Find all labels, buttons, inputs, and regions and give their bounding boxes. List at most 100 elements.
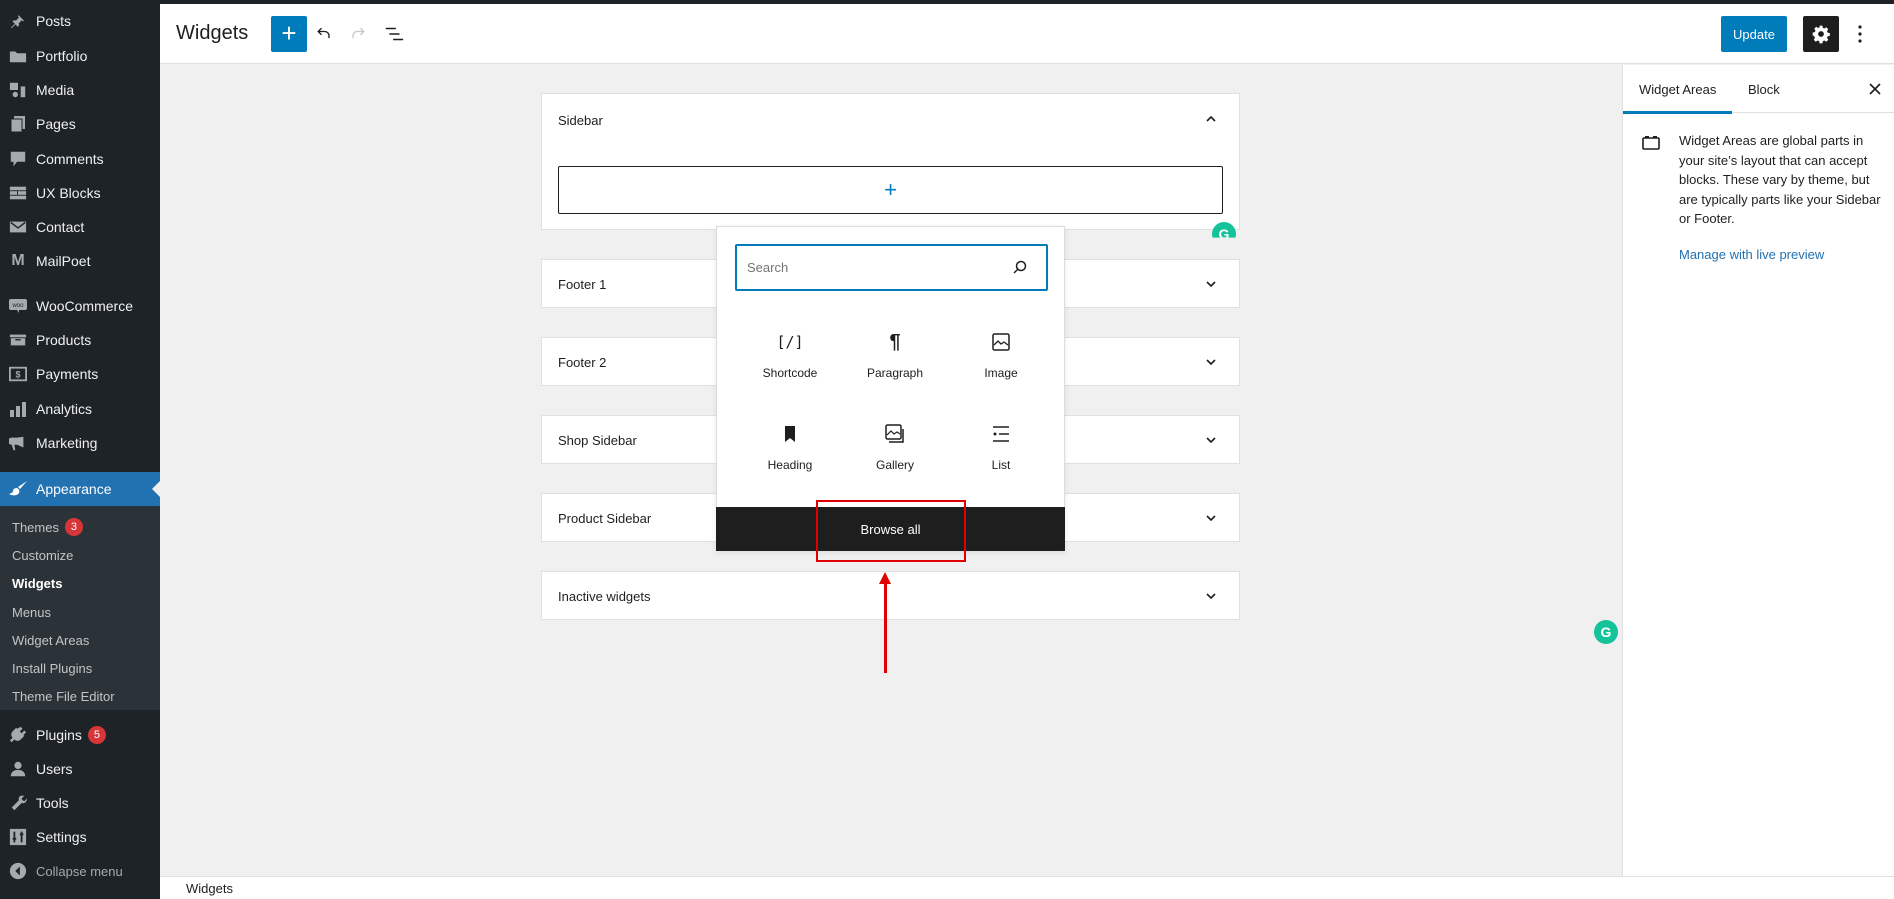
menu-label: Contact	[36, 219, 85, 235]
close-settings-button[interactable]	[1863, 77, 1887, 101]
menu-item-tools[interactable]: Tools	[0, 786, 160, 820]
shortcode-icon: [/]	[776, 333, 804, 351]
menu-label: Pages	[36, 116, 76, 132]
menu-item-comments[interactable]: Comments	[0, 142, 160, 176]
menu-item-marketing[interactable]: Marketing	[0, 426, 160, 460]
submenu-menus[interactable]: Menus	[12, 601, 51, 623]
brush-icon	[8, 479, 28, 499]
submenu-theme-file-editor[interactable]: Theme File Editor	[12, 685, 115, 707]
annotation-highlight-box	[816, 500, 966, 562]
widget-area-title: Product Sidebar	[558, 511, 652, 526]
menu-item-analytics[interactable]: Analytics	[0, 392, 160, 426]
menu-item-users[interactable]: Users	[0, 752, 160, 786]
menu-item-portfolio[interactable]: Portfolio	[0, 39, 160, 73]
submenu-label: Menus	[12, 604, 52, 620]
submenu-customize[interactable]: Customize	[12, 544, 73, 566]
widget-area-title: Shop Sidebar	[558, 433, 637, 448]
more-options-button[interactable]	[1848, 18, 1872, 50]
submenu-widgets[interactable]: Widgets	[12, 572, 62, 594]
block-label: Heading	[767, 458, 813, 472]
undo-button[interactable]	[308, 18, 340, 50]
block-heading[interactable]: Heading	[740, 422, 840, 502]
megaphone-icon	[8, 433, 28, 453]
plugins-count-badge: 5	[87, 726, 106, 744]
tab-block[interactable]: Block	[1748, 65, 1780, 113]
bar-chart-icon	[8, 399, 28, 419]
widget-area-title: Footer 1	[558, 277, 607, 292]
editor-footer: Widgets	[160, 876, 1894, 899]
submenu-widget-areas[interactable]: Widget Areas	[12, 629, 89, 651]
menu-item-pages[interactable]: Pages	[0, 107, 160, 141]
gallery-icon	[883, 422, 907, 446]
block-search-field[interactable]	[735, 244, 1048, 291]
vertical-ellipsis-icon	[1858, 25, 1862, 43]
menu-label: Marketing	[36, 435, 98, 451]
chevron-down-icon[interactable]	[1203, 510, 1219, 526]
svg-text:woo: woo	[11, 303, 24, 309]
mailpoet-icon: M	[11, 252, 25, 269]
breadcrumb[interactable]: Widgets	[186, 881, 233, 896]
chevron-down-icon[interactable]	[1203, 354, 1219, 370]
editor-header: Widgets + Update	[160, 4, 1894, 64]
submenu-install-plugins[interactable]: Install Plugins	[12, 657, 92, 679]
redo-button[interactable]	[342, 18, 374, 50]
add-block-button[interactable]: +	[271, 16, 307, 52]
menu-item-woocommerce[interactable]: woo WooCommerce	[0, 289, 160, 323]
menu-item-appearance[interactable]: Appearance	[0, 472, 160, 506]
block-search-input[interactable]	[747, 246, 997, 289]
tab-widget-areas[interactable]: Widget Areas	[1622, 65, 1733, 114]
archive-icon	[8, 330, 28, 350]
block-list[interactable]: List	[951, 422, 1051, 502]
settings-button[interactable]	[1803, 16, 1839, 52]
chevron-up-icon[interactable]	[1203, 111, 1219, 127]
chevron-down-icon[interactable]	[1203, 588, 1219, 604]
chevron-down-icon[interactable]	[1203, 276, 1219, 292]
menu-item-products[interactable]: Products	[0, 323, 160, 357]
grammarly-icon[interactable]: G	[1212, 222, 1236, 238]
settings-sidebar: Widget Areas Block Widget Areas are glob…	[1622, 65, 1894, 876]
list-icon	[989, 422, 1013, 446]
menu-item-mailpoet[interactable]: M MailPoet	[0, 244, 160, 278]
appearance-submenu: Themes 3 Customize Widgets Menus Widget …	[0, 506, 160, 710]
blocks-icon	[8, 183, 28, 203]
collapse-label: Collapse menu	[36, 863, 123, 879]
menu-label: Analytics	[36, 401, 93, 417]
folder-icon	[8, 46, 28, 66]
submenu-label: Customize	[12, 547, 74, 563]
collapse-menu-button[interactable]: Collapse menu	[0, 854, 160, 888]
block-paragraph[interactable]: ¶ Paragraph	[845, 330, 945, 410]
menu-item-ux-blocks[interactable]: UX Blocks	[0, 176, 160, 210]
block-image[interactable]: Image	[951, 330, 1051, 410]
menu-label: Plugins	[36, 727, 82, 743]
plug-icon	[8, 725, 28, 745]
widget-area-sidebar: Sidebar +	[541, 93, 1240, 230]
update-button[interactable]: Update	[1721, 16, 1787, 52]
menu-item-posts[interactable]: Posts	[0, 4, 160, 38]
manage-live-preview-link[interactable]: Manage with live preview	[1679, 247, 1824, 262]
widget-areas-description: Widget Areas are global parts in your si…	[1679, 133, 1881, 226]
submenu-themes[interactable]: Themes 3	[12, 516, 83, 538]
grammarly-icon[interactable]: G	[1594, 620, 1618, 644]
menu-label: Comments	[36, 151, 104, 167]
settings-tabs: Widget Areas Block	[1622, 65, 1894, 114]
chevron-down-icon[interactable]	[1203, 432, 1219, 448]
menu-item-settings[interactable]: Settings	[0, 820, 160, 854]
annotation-arrow	[884, 580, 887, 673]
list-view-button[interactable]	[378, 18, 410, 50]
media-icon	[8, 80, 28, 100]
envelope-icon	[8, 217, 28, 237]
block-gallery[interactable]: Gallery	[845, 422, 945, 502]
admin-sidebar: Posts Portfolio Media Pages Comments UX …	[0, 0, 160, 899]
block-shortcode[interactable]: [/] Shortcode	[740, 330, 840, 410]
submenu-label: Widget Areas	[12, 632, 90, 648]
menu-item-payments[interactable]: $ Payments	[0, 357, 160, 391]
menu-label: MailPoet	[36, 253, 91, 269]
block-appender-button[interactable]: +	[558, 166, 1223, 214]
menu-item-media[interactable]: Media	[0, 73, 160, 107]
widget-area-title[interactable]: Sidebar	[558, 113, 603, 128]
dollar-icon: $	[8, 364, 28, 384]
menu-item-contact[interactable]: Contact	[0, 210, 160, 244]
user-icon	[8, 759, 28, 779]
menu-item-plugins[interactable]: Plugins 5	[0, 718, 160, 752]
wrench-icon	[8, 793, 28, 813]
